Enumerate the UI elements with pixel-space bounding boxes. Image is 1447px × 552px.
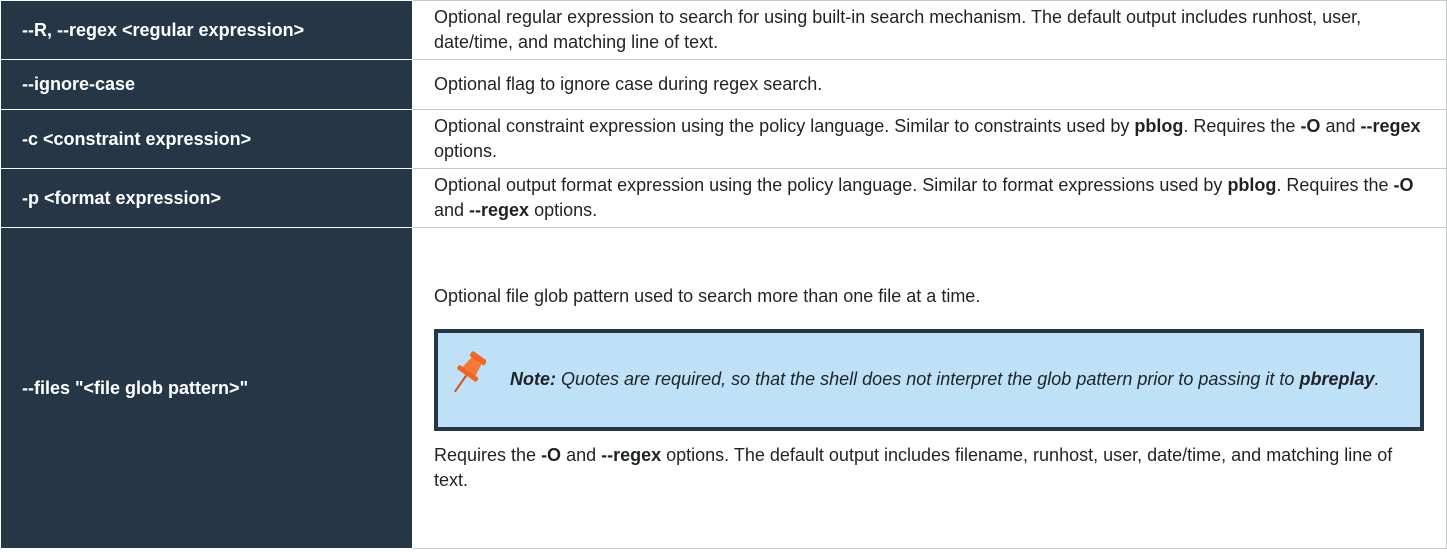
desc-text: and xyxy=(1320,116,1361,136)
pushpin-icon xyxy=(453,350,486,392)
table-row: --files "<file glob pattern>" Optional f… xyxy=(0,227,1447,549)
command-name: pblog xyxy=(1227,175,1277,195)
desc-text: Optional output format expression using … xyxy=(434,175,1228,195)
option-name: --R, --regex <regular expression> xyxy=(0,0,413,60)
option-description: Optional constraint expression using the… xyxy=(412,109,1447,169)
command-name: pblog xyxy=(1134,116,1184,136)
command-name: pbreplay xyxy=(1299,369,1375,389)
desc-text: . Requires the xyxy=(1183,116,1301,136)
desc-text: . Requires the xyxy=(1276,175,1394,195)
table-row: --ignore-case Optional flag to ignore ca… xyxy=(0,59,1447,110)
note-body: Quotes are required, so that the shell d… xyxy=(556,369,1300,389)
option-ref: --regex xyxy=(1360,116,1421,136)
option-description: Optional regular expression to search fo… xyxy=(412,0,1447,60)
option-name: -c <constraint expression> xyxy=(0,109,413,169)
note-label: Note: xyxy=(510,369,556,389)
desc-text: options. xyxy=(434,141,498,161)
option-name: --files "<file glob pattern>" xyxy=(0,227,413,549)
note-text: Note: Quotes are required, so that the s… xyxy=(510,366,1380,393)
table-row: --R, --regex <regular expression> Option… xyxy=(0,0,1447,60)
desc-text: options. xyxy=(529,200,598,220)
desc-text: Optional constraint expression using the… xyxy=(434,116,1135,136)
desc-intro: Optional file glob pattern used to searc… xyxy=(434,285,981,306)
option-name: -p <format expression> xyxy=(0,168,413,228)
desc-text: and xyxy=(561,444,602,465)
table-row: -p <format expression> Optional output f… xyxy=(0,168,1447,228)
desc-requirements: Requires the -O and --regex options. The… xyxy=(434,443,1424,493)
note-end: . xyxy=(1374,369,1380,389)
note-box: Note: Quotes are required, so that the s… xyxy=(434,328,1424,431)
option-description: Optional file glob pattern used to searc… xyxy=(412,227,1447,549)
option-ref: -O xyxy=(1300,116,1321,136)
option-description: Optional flag to ignore case during rege… xyxy=(412,59,1447,110)
option-ref: --regex xyxy=(469,200,530,220)
desc-text: Requires the xyxy=(434,444,542,465)
option-ref: --regex xyxy=(601,444,662,465)
option-name: --ignore-case xyxy=(0,59,413,110)
table-row: -c <constraint expression> Optional cons… xyxy=(0,109,1447,169)
desc-text: and xyxy=(434,200,470,220)
option-description: Optional output format expression using … xyxy=(412,168,1447,228)
option-ref: -O xyxy=(541,444,562,465)
options-table: --R, --regex <regular expression> Option… xyxy=(0,0,1447,549)
option-ref: -O xyxy=(1393,175,1414,195)
